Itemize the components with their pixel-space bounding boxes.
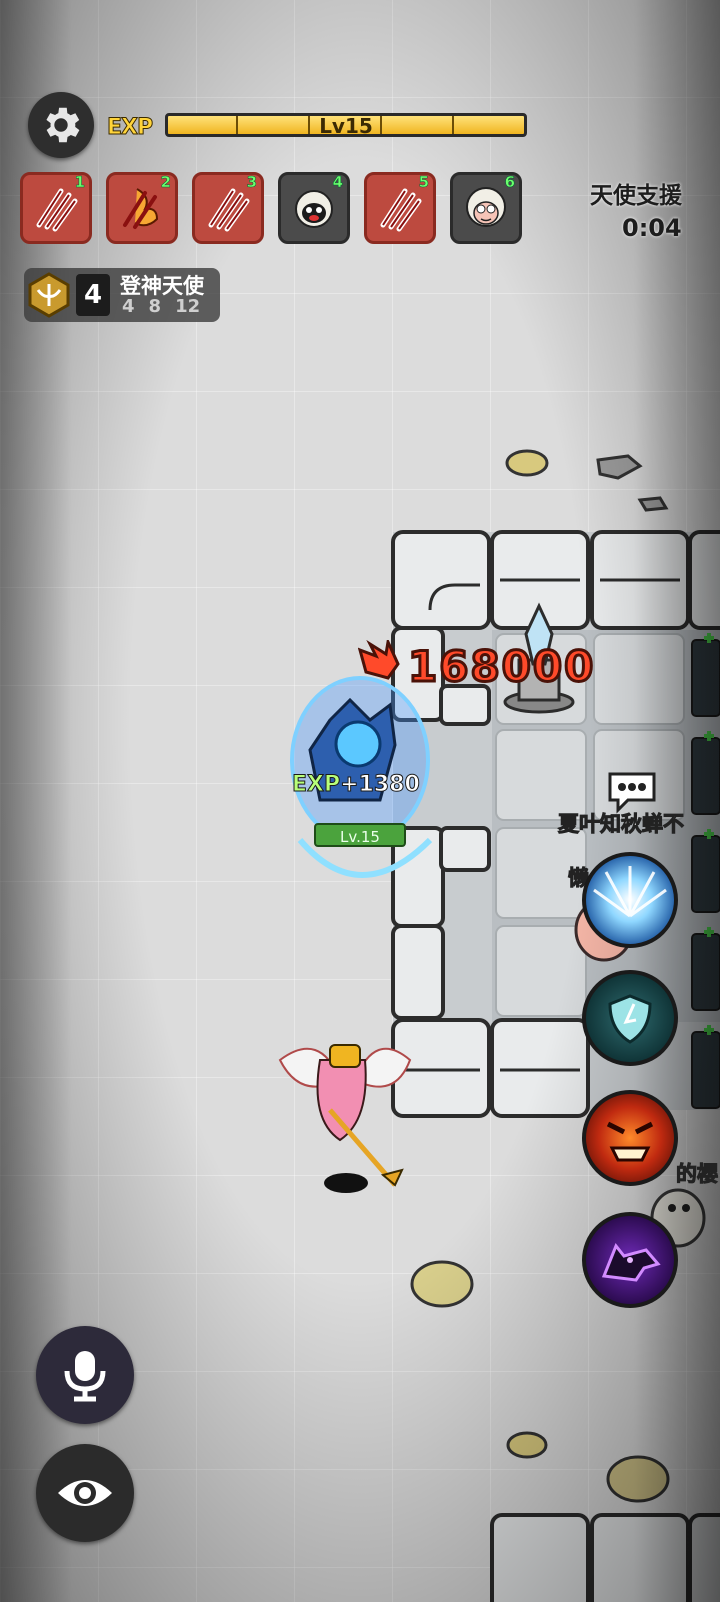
claw-icon [380,188,422,232]
settings-button[interactable] [28,92,94,158]
shield-icon [608,994,652,1044]
support-timer: 0:04 [622,214,682,242]
angel-hero [278,1044,412,1193]
skill-slot-number: 2 [160,173,171,192]
exp-gain-value: +1380 [340,772,421,798]
claw-icon [208,188,250,232]
claw-icon [36,188,78,232]
light-burst-skill-button[interactable] [582,852,678,948]
wolf-howl-skill-button[interactable] [582,1212,678,1308]
exp-progress-bar: Lv15 [165,113,527,138]
title-tiers: 4 8 12 [122,296,200,317]
skill-slot-4[interactable]: 4 [278,172,350,244]
game-scene[interactable]: EXP Lv15 1 2 3 4 5 6 天使支援 0:04 4 登神天使 4 … [0,0,720,1602]
flame-claw-icon [123,188,159,229]
shield-skill-button[interactable] [582,970,678,1066]
voice-chat-button[interactable] [36,1326,134,1424]
microphone-icon [64,1351,106,1402]
exp-gain-text: EXP+1380 [291,772,421,798]
tier-value: 4 [122,296,135,317]
skill-slot-number: 3 [246,173,257,192]
skill-slot-6[interactable]: 6 [450,172,522,244]
title-badge[interactable]: 4 登神天使 4 8 12 [24,268,220,322]
support-label: 天使支援 [590,183,682,209]
skill-slot-2[interactable]: 2 [106,172,178,244]
damage-number: 168000 [406,641,596,693]
angel-emblem-icon [28,272,70,318]
skill-slot-3[interactable]: 3 [192,172,264,244]
exp-gain-tag: EXP [291,772,341,798]
enemy-level-badge: Lv.15 [314,823,406,847]
rage-skill-button[interactable] [582,1090,678,1186]
tier-value: 8 [148,296,162,317]
player-name-tag: 的樱 [676,1162,719,1187]
angry-face-icon [606,1121,654,1162]
critical-hit-icon [358,640,400,680]
player-level-text: Lv15 [319,114,373,138]
skill-slot-number: 5 [418,173,429,192]
exp-bar-group: EXP Lv15 [106,112,527,142]
light-burst-icon [593,866,667,918]
wolf-icon [601,1243,661,1282]
exp-label: EXP [106,114,153,140]
skill-slot-number: 4 [332,173,343,192]
black-sheep-icon [295,190,333,228]
view-toggle-button[interactable] [36,1444,134,1542]
skill-slot-1[interactable]: 1 [20,172,92,244]
tier-value: 12 [175,296,201,317]
skill-slot-number: 1 [74,173,85,192]
eye-icon [58,1480,112,1506]
gear-icon [46,107,80,143]
skill-slot-number: 6 [504,173,515,192]
white-sheep-icon [466,187,506,227]
title-count: 4 [76,274,110,316]
skill-slot-5[interactable]: 5 [364,172,436,244]
player-name-tag: 夏叶知秋蝉不 [558,812,685,837]
